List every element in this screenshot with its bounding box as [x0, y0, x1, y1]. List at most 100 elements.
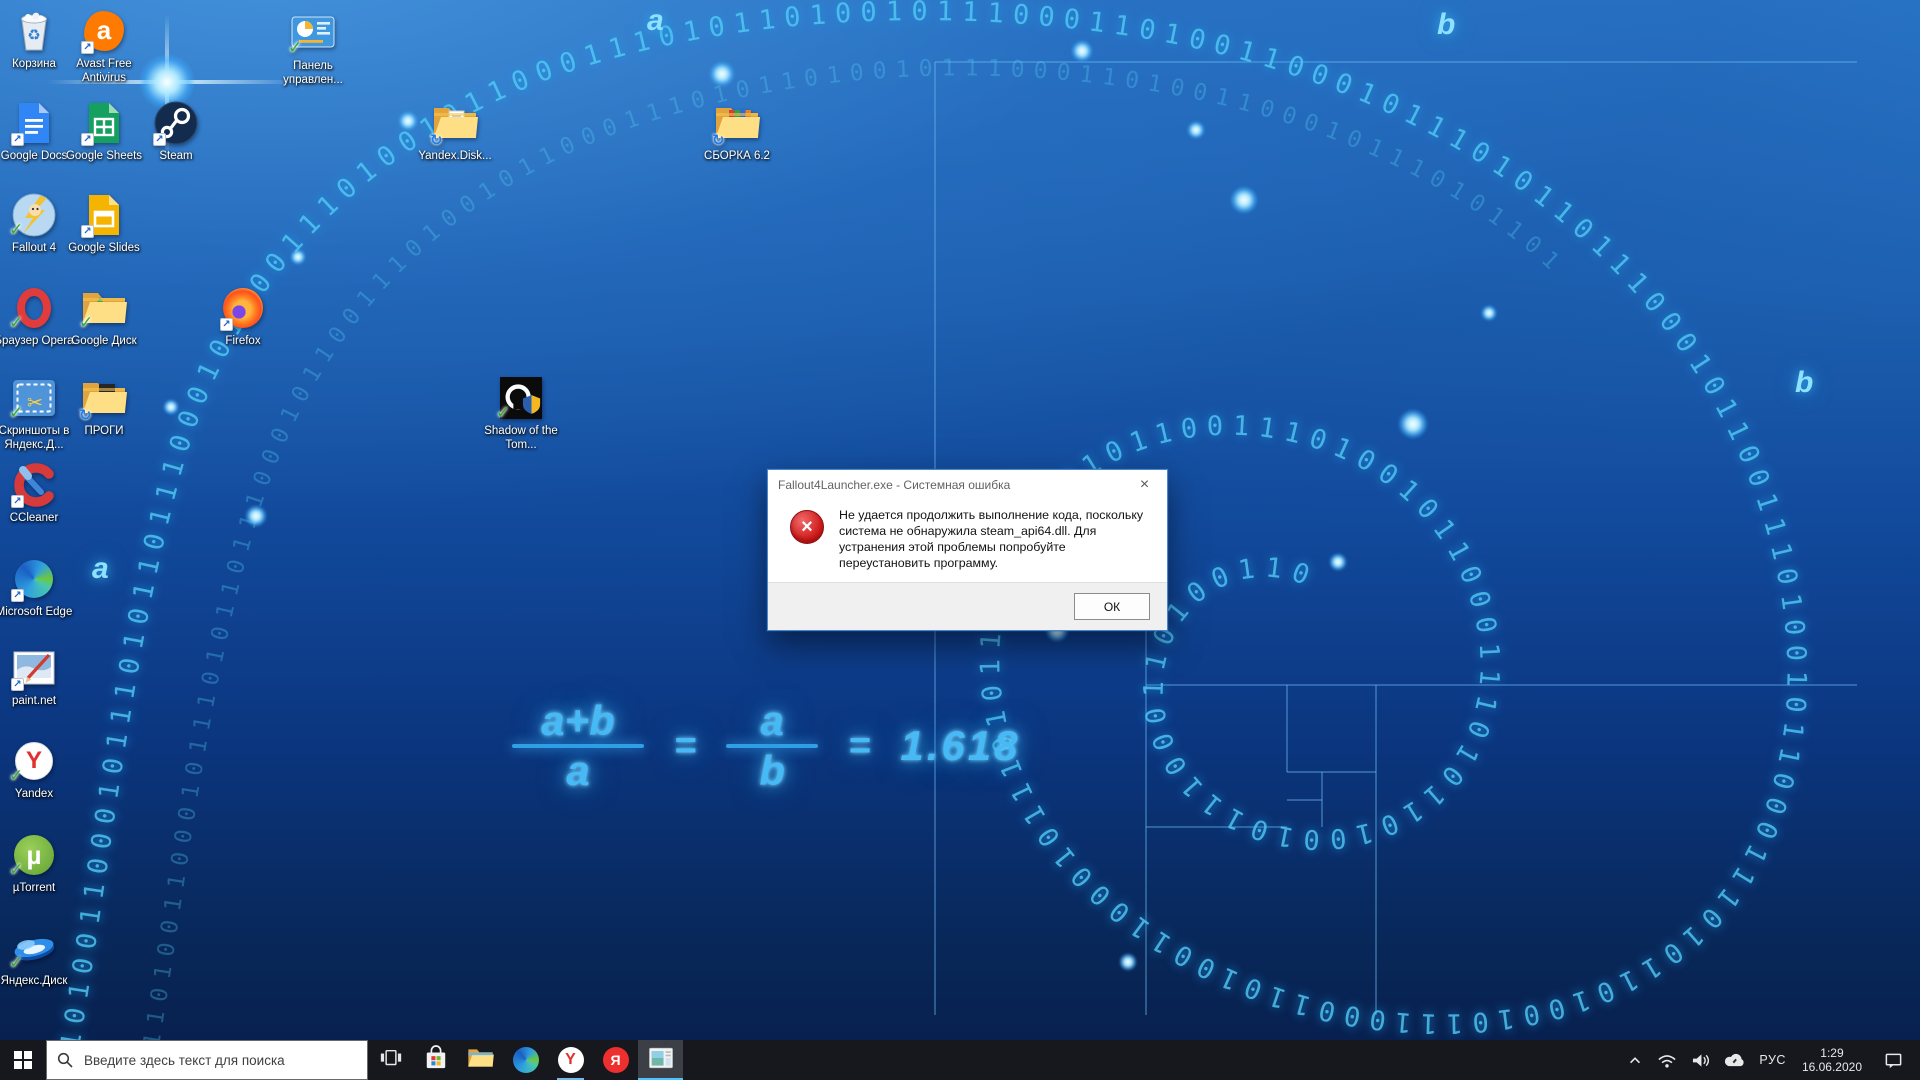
- desktop-icon-steam[interactable]: ↗Steam: [134, 100, 218, 163]
- start-button[interactable]: [0, 1040, 46, 1080]
- icon-label: ПРОГИ: [84, 424, 123, 438]
- action-center-icon[interactable]: [1871, 1040, 1916, 1080]
- sborka-icon: ↻: [714, 100, 760, 146]
- task-view-icon: [378, 1046, 404, 1075]
- windows-logo-icon: [14, 1051, 32, 1069]
- desktop-icon-cpanel[interactable]: ✓Панель управлен...: [271, 10, 355, 87]
- badge-check-icon: ✓: [9, 313, 23, 333]
- system-tray: РУС 1:29 16.06.2020: [1620, 1040, 1920, 1080]
- glow-particle: [1481, 305, 1497, 321]
- glow-particle: [290, 249, 306, 265]
- desktop-icon-edge[interactable]: ↗Microsoft Edge: [0, 556, 76, 619]
- badge-shortcut-icon: ↗: [11, 133, 24, 146]
- close-icon[interactable]: ×: [1122, 471, 1167, 500]
- glow-particle: [1119, 953, 1137, 971]
- icon-label: Avast Free Antivirus: [62, 57, 146, 85]
- taskbar-store-button[interactable]: [413, 1040, 458, 1080]
- wifi-icon[interactable]: [1650, 1040, 1684, 1080]
- desktop-icon-ccleaner[interactable]: ↗ CCleaner: [0, 462, 76, 525]
- search-icon: [57, 1052, 73, 1068]
- icon-label: Google Диск: [71, 334, 136, 348]
- badge-check-icon: ✓: [9, 403, 23, 423]
- badge-shortcut-icon: ↗: [81, 133, 94, 146]
- glow-particle: [1230, 186, 1258, 214]
- icon-label: paint.net: [12, 694, 56, 708]
- golden-ratio-formula: a+b a = a b = 1.618: [512, 698, 1021, 794]
- yandex-browser-icon: Y: [558, 1047, 584, 1073]
- clock[interactable]: 1:29 16.06.2020: [1793, 1040, 1871, 1080]
- gdocs-icon: ↗: [11, 100, 57, 146]
- dialog-body: × Не удается продолжить выполнение кода,…: [768, 500, 1167, 571]
- badge-sync-icon: ↻: [712, 131, 725, 149]
- avast-icon: a↗: [81, 8, 127, 54]
- equals-sign: =: [848, 725, 870, 768]
- glow-particle: [709, 61, 735, 87]
- icon-label: Панель управлен...: [271, 59, 355, 87]
- glow-particle: [1071, 40, 1093, 62]
- badge-check-icon: ✓: [9, 220, 23, 240]
- icon-label: Yandex: [15, 787, 53, 801]
- language-indicator[interactable]: РУС: [1752, 1040, 1793, 1080]
- desktop-icon-tomb[interactable]: ✓ Shadow of the Tom...: [479, 375, 563, 452]
- taskbar-task-view-button[interactable]: [368, 1040, 413, 1080]
- badge-shortcut-icon: ↗: [11, 495, 24, 508]
- icon-label: Корзина: [12, 57, 56, 71]
- tomb-icon: ✓: [498, 375, 544, 421]
- utorrent-icon: µ✓: [11, 832, 57, 878]
- desktop-icon-progi[interactable]: a↻ ПРОГИ: [62, 375, 146, 438]
- ufo-icon: ✓: [11, 925, 57, 971]
- taskbar-edge-button[interactable]: [503, 1040, 548, 1080]
- equals-sign: =: [674, 725, 696, 768]
- fallout-icon: ✓: [11, 192, 57, 238]
- golden-ratio-value: 1.618: [900, 722, 1020, 770]
- desktop: 0110100110001011101011011100010110011101…: [0, 0, 1920, 1080]
- volume-icon[interactable]: [1684, 1040, 1717, 1080]
- opera-icon: ✓: [11, 285, 57, 331]
- shots-icon: ✂✓: [11, 375, 57, 421]
- denominator: a: [566, 748, 589, 794]
- taskbar-explorer-button[interactable]: [458, 1040, 503, 1080]
- desktop-icon-utorrent[interactable]: µ✓µTorrent: [0, 832, 76, 895]
- recycle-icon: ♻: [11, 8, 57, 54]
- desktop-icon-gdrive[interactable]: ✓Google Диск: [62, 285, 146, 348]
- taskbar-active-window-button[interactable]: [638, 1040, 683, 1080]
- icon-label: СБОРКА 6.2: [704, 149, 770, 163]
- badge-check-icon: ✓: [79, 313, 93, 333]
- svg-text:✂: ✂: [27, 393, 43, 414]
- svg-text:♻: ♻: [27, 27, 40, 44]
- desktop-icon-avast[interactable]: a↗ Avast Free Antivirus: [62, 8, 146, 85]
- taskbar-yandex-search-button[interactable]: Я: [593, 1040, 638, 1080]
- desktop-icon-gslides[interactable]: ↗Google Slides: [62, 192, 146, 255]
- badge-shortcut-icon: ↗: [220, 318, 233, 331]
- taskbar-search[interactable]: [46, 1040, 368, 1080]
- dialog-titlebar[interactable]: Fallout4Launcher.exe - Системная ошибка …: [768, 470, 1167, 500]
- desktop-icon-ufo[interactable]: ✓ Яндекс.Диск: [0, 925, 76, 988]
- glow-particle: [1329, 553, 1347, 571]
- wallpaper-letter: a: [92, 552, 109, 586]
- icon-label: Microsoft Edge: [0, 605, 72, 619]
- glow-particle: [1398, 409, 1428, 439]
- yandex-disk-cloud-icon[interactable]: [1717, 1040, 1752, 1080]
- progi-icon: a↻: [81, 375, 127, 421]
- wallpaper-letter: b: [1795, 366, 1813, 400]
- tray-chevron-icon[interactable]: [1620, 1040, 1650, 1080]
- desktop-icon-ydfolder[interactable]: ↻ Yandex.Disk...: [413, 100, 497, 163]
- icon-label: Shadow of the Tom...: [479, 424, 563, 452]
- icon-label: Яндекс.Диск: [1, 974, 68, 988]
- active-window-icon: [648, 1047, 674, 1074]
- date: 16.06.2020: [1802, 1060, 1862, 1074]
- numerator: a: [761, 698, 784, 744]
- desktop-icon-sborka[interactable]: ↻СБОРКА 6.2: [695, 100, 779, 163]
- desktop-icon-firefox[interactable]: ↗Firefox: [201, 285, 285, 348]
- desktop-icon-ybro[interactable]: Y✓Yandex: [0, 738, 76, 801]
- icon-label: Fallout 4: [12, 241, 56, 255]
- icon-label: Yandex.Disk...: [418, 149, 491, 163]
- ok-button[interactable]: ОК: [1074, 593, 1150, 620]
- taskbar-yandex-browser-button[interactable]: Y: [548, 1040, 593, 1080]
- search-input[interactable]: [82, 1052, 357, 1069]
- icon-label: CCleaner: [10, 511, 59, 525]
- desktop-icon-paintnet[interactable]: ↗paint.net: [0, 645, 76, 708]
- ydfolder-icon: ↻: [432, 100, 478, 146]
- error-dialog: Fallout4Launcher.exe - Системная ошибка …: [767, 469, 1168, 631]
- taskbar: YЯ РУС 1:29 16.06.2020: [0, 1040, 1920, 1080]
